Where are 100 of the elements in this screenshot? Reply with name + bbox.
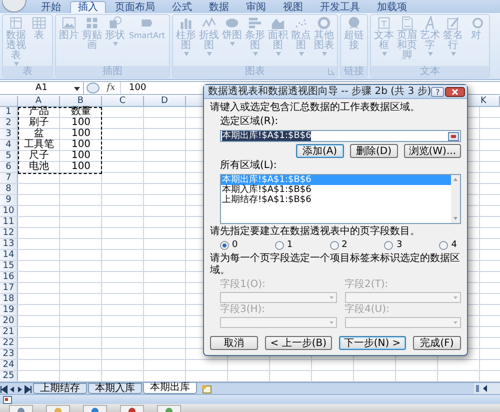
scrollbar[interactable] [451, 175, 460, 223]
radio-button[interactable] [439, 241, 448, 250]
radio-label[interactable]: 1 [286, 240, 293, 251]
insert-sheet-icon[interactable] [200, 384, 214, 394]
row-header[interactable]: 19 [0, 305, 18, 315]
radio-button[interactable] [220, 241, 229, 250]
table-cell: 数量 [71, 107, 91, 117]
office-button[interactable] [2, 0, 28, 13]
name-box[interactable]: A1 [0, 82, 84, 94]
table-cell: 电池 [29, 162, 49, 172]
list-item[interactable]: 上期结存!$A$1:$B$6 [221, 195, 451, 205]
dialog-button[interactable]: 添加(A) [296, 144, 344, 158]
table-cell: 工具笔 [24, 140, 54, 150]
row-header[interactable]: 23 [0, 349, 18, 359]
dialog-title: 数据透视表和数据透视图向导 -- 步骤 2b (共 3 步) [208, 86, 432, 98]
field-label: 字段2(T): [344, 279, 390, 291]
radio-button[interactable] [384, 241, 394, 250]
row-header[interactable]: 9 [0, 195, 18, 205]
collapse-dialog-icon[interactable] [448, 132, 459, 140]
ribbon-tab[interactable]: 插入 [70, 1, 106, 13]
radio-label[interactable]: 2 [342, 240, 348, 251]
dialog-button[interactable]: 下一步(N) > [338, 336, 406, 350]
dialog-button[interactable]: 完成(F) [412, 336, 461, 350]
group-label: 插图 [102, 66, 122, 77]
macro-record-icon[interactable] [3, 396, 12, 404]
ribbon-tab[interactable]: 开发工具 [312, 1, 368, 13]
row-header[interactable]: 5 [0, 151, 18, 161]
row-header[interactable]: 24 [0, 360, 18, 370]
row-header[interactable]: 20 [0, 316, 18, 326]
sheet-tab[interactable]: 上期结存 [33, 383, 87, 394]
list-item[interactable]: 本期入库!$A$1:$B$6 [221, 185, 451, 195]
row-header[interactable]: 14 [0, 250, 18, 260]
row-header[interactable]: 6 [0, 162, 18, 172]
table-cell: 刷子 [29, 118, 49, 128]
table-cell: 100 [71, 162, 91, 172]
table-cell: 尺子 [29, 151, 49, 161]
row-header[interactable]: 15 [0, 261, 18, 271]
dialog-button[interactable]: 取消 [210, 336, 258, 350]
range-value: 本期出库!$A$1:$B$6 [222, 131, 312, 141]
ribbon-tab[interactable]: 视图 [275, 1, 311, 13]
radio-button[interactable] [274, 241, 284, 250]
sheet-tab[interactable]: 本期出库 [143, 383, 197, 394]
group-label: 图表 [245, 66, 265, 77]
group-label: 表 [22, 66, 32, 77]
radio-label[interactable]: 3 [396, 240, 402, 251]
column-header[interactable]: A [18, 96, 60, 106]
column-header[interactable]: C [102, 96, 144, 106]
instruction-text: 请键入或选定包含汇总数据的工作表数据区域。 [210, 102, 421, 114]
close-icon[interactable] [445, 86, 465, 96]
ribbon-tab[interactable]: 加载项 [369, 1, 415, 13]
slider-grip-icon[interactable] [86, 82, 100, 94]
row-header[interactable]: 7 [0, 173, 18, 183]
radio-button[interactable] [330, 241, 339, 250]
ribbon-tab[interactable]: 公式 [164, 1, 200, 13]
table-cell: 100 [71, 129, 91, 139]
row-header[interactable]: 11 [0, 217, 18, 227]
row-header[interactable]: 4 [0, 140, 18, 150]
row-header[interactable]: 25 [0, 371, 18, 381]
help-button[interactable]: ? [431, 86, 444, 96]
radio-label[interactable]: 4 [451, 240, 457, 251]
field-label: 所有区域(L): [220, 160, 278, 172]
row-header[interactable]: 16 [0, 272, 18, 282]
row-header[interactable]: 18 [0, 294, 18, 304]
sheet-nav-icon[interactable] [24, 385, 32, 394]
range-list[interactable]: 本期出库!$A$1:$B$6 本期入库!$A$1:$B$6 上期结存!$A$1:$B$6 [220, 174, 461, 224]
group-label: 文本 [420, 66, 440, 77]
sheet-tab[interactable]: 本期入库 [88, 383, 142, 394]
ribbon-tab[interactable]: 审阅 [238, 1, 274, 13]
ribbon-tab[interactable]: 数据 [201, 1, 237, 13]
row-header[interactable]: 21 [0, 327, 18, 337]
column-header[interactable]: D [144, 96, 186, 106]
dialog-button[interactable]: 删除(D) [350, 144, 398, 158]
row-header[interactable]: 1 [0, 107, 18, 117]
field-label: 选定区域(R): [220, 116, 280, 128]
dialog-button[interactable]: < 上一步(B) [265, 336, 332, 350]
row-header[interactable]: 8 [0, 184, 18, 194]
range-field[interactable]: 本期出库!$A$1:$B$6 [220, 130, 461, 142]
ribbon-tab[interactable]: 开始 [33, 1, 69, 13]
instruction-text: 请为每一个页字段选定一个项目标签来标识选定的数据区域。 [210, 253, 461, 277]
radio-label[interactable]: 0 [232, 240, 238, 251]
row-header[interactable]: 13 [0, 239, 18, 249]
group-label: 链接 [344, 66, 364, 77]
row-header[interactable]: 12 [0, 228, 18, 238]
row-header[interactable]: 22 [0, 338, 18, 348]
row-header[interactable]: 3 [0, 129, 18, 139]
row-header[interactable]: 2 [0, 118, 18, 128]
horizontal-scrollbar[interactable] [474, 383, 500, 394]
ribbon-tab[interactable]: 页面布局 [107, 1, 163, 13]
sheet-nav-icon[interactable] [0, 385, 8, 394]
column-header[interactable]: B [60, 96, 102, 106]
instruction-text: 请先指定要建立在数据透视表中的页字段数目。 [210, 226, 421, 238]
dialog-button[interactable]: 浏览(W)... [404, 144, 461, 158]
field-label: 字段1(O): [220, 279, 266, 291]
table-cell: 100 [71, 140, 91, 150]
row-header[interactable]: 17 [0, 283, 18, 293]
row-header[interactable]: 10 [0, 206, 18, 216]
table-cell: 100 [71, 118, 91, 128]
insert-function-button[interactable]: fx [102, 82, 120, 94]
table-cell: 盆 [34, 129, 44, 139]
field-label: 字段3(H): [220, 304, 266, 316]
